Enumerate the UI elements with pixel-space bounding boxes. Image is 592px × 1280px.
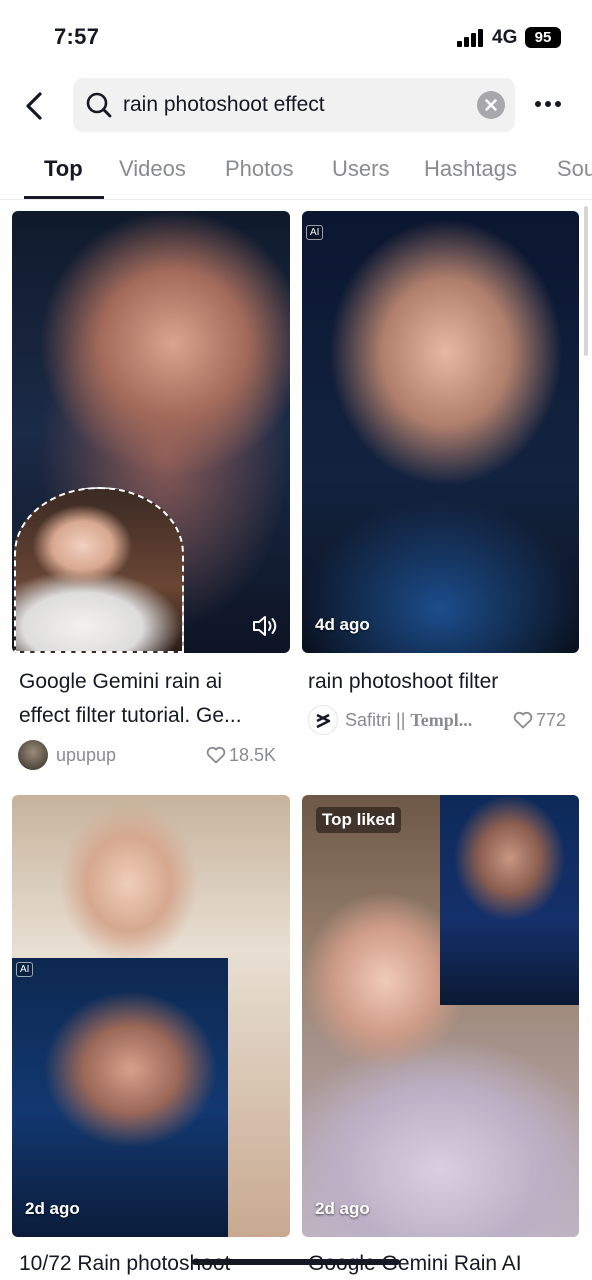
tab-sounds[interactable]: Sou: [557, 156, 592, 182]
like-count: 772: [536, 710, 567, 730]
tab-hashtags[interactable]: Hashtags: [424, 156, 517, 182]
search-results-screen: 7:57 4G 95 rain photoshoot effect Top Vi…: [0, 0, 592, 1280]
search-query: rain photoshoot effect: [123, 93, 325, 116]
more-options-button[interactable]: [530, 92, 566, 116]
home-indicator: [192, 1259, 400, 1265]
video-thumbnail[interactable]: AI 4d ago: [302, 211, 579, 653]
speaker-icon[interactable]: [250, 613, 280, 639]
heart-icon: [206, 746, 226, 764]
active-tab-indicator: [24, 196, 104, 199]
video-thumbnail[interactable]: [12, 211, 290, 653]
result-title[interactable]: Google Gemini rain ai: [19, 665, 289, 699]
status-bar: 7:57 4G 95: [0, 0, 592, 72]
inset-photo: AI: [12, 958, 228, 1237]
video-thumbnail[interactable]: Top liked 2d ago: [302, 795, 579, 1237]
author-name[interactable]: Safitri || Templ...: [345, 710, 500, 731]
avatar[interactable]: [308, 705, 338, 735]
top-liked-badge: Top liked: [316, 807, 402, 833]
ai-badge: AI: [306, 225, 324, 240]
posted-time: 2d ago: [25, 1199, 80, 1218]
posted-time: 4d ago: [315, 615, 370, 634]
like-count: 18.5K: [229, 745, 277, 765]
battery-indicator: 95: [525, 27, 561, 48]
result-title-line2[interactable]: effect filter tutorial. Ge...: [19, 699, 289, 733]
inset-photo: [14, 487, 184, 653]
tab-users[interactable]: Users: [332, 156, 389, 182]
back-button[interactable]: [18, 86, 54, 126]
scrollbar[interactable]: [584, 206, 588, 356]
network-type: 4G: [492, 27, 518, 48]
inset-photo: [440, 795, 579, 1005]
capcut-logo-icon: [316, 713, 331, 729]
tab-photos[interactable]: Photos: [225, 156, 294, 182]
close-icon: [485, 99, 497, 111]
tab-top[interactable]: Top: [44, 156, 83, 182]
video-thumbnail[interactable]: AI 2d ago: [12, 795, 290, 1237]
search-input[interactable]: rain photoshoot effect: [73, 78, 515, 132]
search-tabs: Top Videos Photos Users Hashtags Sou: [0, 140, 592, 200]
author-name-suffix: Templ...: [410, 710, 473, 730]
avatar[interactable]: [18, 740, 48, 770]
clear-search-button[interactable]: [477, 91, 505, 119]
author-name[interactable]: upupup: [56, 745, 186, 766]
ai-badge: AI: [16, 962, 34, 977]
chevron-left-icon: [26, 92, 42, 120]
more-dots-icon: [535, 101, 541, 107]
status-time: 7:57: [54, 24, 100, 49]
heart-icon: [513, 711, 533, 729]
signal-icon: [457, 29, 487, 47]
tab-videos[interactable]: Videos: [119, 156, 186, 182]
result-title[interactable]: rain photoshoot filter: [308, 665, 578, 699]
search-icon: [86, 92, 112, 118]
posted-time: 2d ago: [315, 1199, 370, 1218]
author-name-prefix: Safitri ||: [345, 710, 411, 730]
